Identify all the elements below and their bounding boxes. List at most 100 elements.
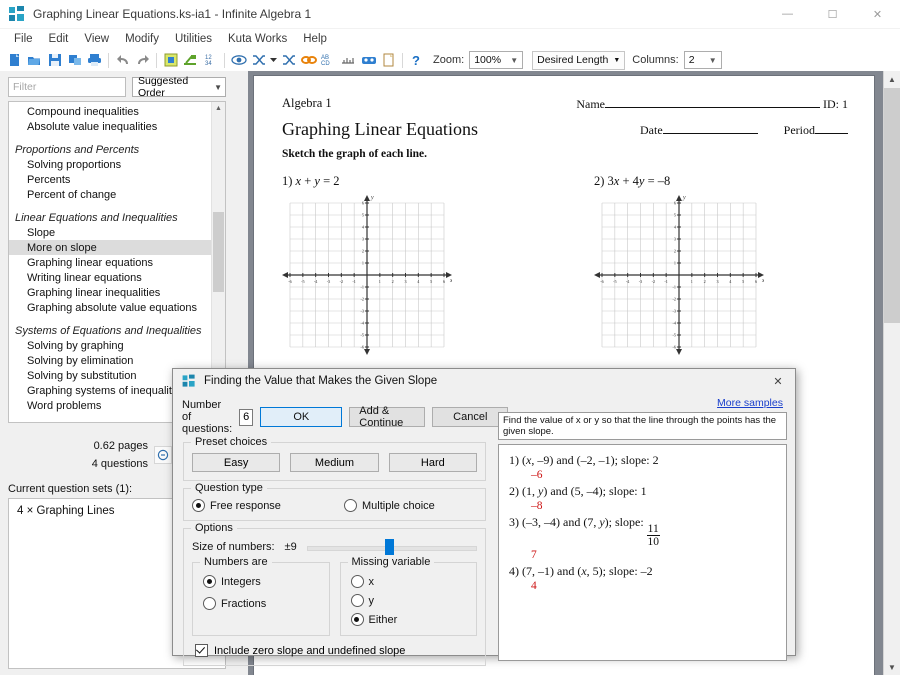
radio-missing-y[interactable]: y (350, 594, 469, 607)
topic-item-writing-linear-equations[interactable]: Writing linear equations (9, 270, 212, 285)
page-icon[interactable] (379, 51, 398, 70)
menu-item-view[interactable]: View (76, 31, 117, 47)
help-icon[interactable]: ? (407, 51, 426, 70)
scroll-up-icon[interactable]: ▲ (884, 71, 900, 87)
topic-item-absolute-value-inequalities[interactable]: Absolute value inequalities (9, 119, 212, 134)
chevron-down-icon: ▼ (708, 55, 717, 65)
assignment-icon[interactable] (181, 51, 200, 70)
svg-text:1: 1 (674, 261, 676, 266)
preview-question-3: 3) (–3, –4) and (7, y); slope: 11 10 7 (509, 515, 776, 561)
menu-item-edit[interactable]: Edit (41, 31, 77, 47)
svg-text:-4: -4 (314, 279, 318, 284)
minimize-button[interactable]: — (765, 0, 810, 28)
topic-item-graphing-linear-inequalities[interactable]: Graphing linear inequalities (9, 285, 212, 300)
radio-integers[interactable]: Integers (203, 575, 321, 588)
svg-text:-1: -1 (352, 279, 356, 284)
document-scrollbar[interactable]: ▲ ▼ (883, 71, 900, 675)
topic-item-percents[interactable]: Percents (9, 172, 212, 187)
radio-multiple-choice[interactable]: Multiple choice (344, 499, 435, 512)
question-type-options: Free response Multiple choice (192, 499, 477, 512)
remove-page-icon[interactable] (154, 446, 172, 464)
radio-fractions[interactable]: Fractions (203, 597, 321, 610)
view-answers-icon[interactable] (359, 51, 378, 70)
preset-easy-button[interactable]: Easy (192, 453, 281, 472)
window-title: Graphing Linear Equations.ks-ia1 - Infin… (33, 7, 312, 21)
close-icon[interactable]: ✕ (761, 369, 795, 393)
zoom-select[interactable]: 100% ▼ (469, 51, 524, 69)
question-type-group: Question type Free response Multiple cho… (183, 482, 486, 521)
radio-free-response[interactable]: Free response (192, 499, 344, 512)
scramble-icon[interactable] (249, 51, 268, 70)
size-of-numbers-value: ±9 (284, 541, 297, 553)
topic-item-solving-by-graphing[interactable]: Solving by graphing (9, 338, 212, 353)
save-as-icon[interactable] (65, 51, 84, 70)
svg-text:-2: -2 (673, 297, 677, 302)
columns-label: Columns: (632, 54, 679, 66)
topic-item-more-on-slope[interactable]: More on slope (9, 240, 212, 255)
add-continue-button[interactable]: Add & Continue (349, 405, 426, 429)
topic-item-solving-proportions[interactable]: Solving proportions (9, 157, 212, 172)
dialog-preview-panel: More samples Find the value of x or y so… (494, 393, 795, 661)
spell-check-icon[interactable]: AB CD (319, 51, 338, 70)
number-of-questions-input[interactable]: 6 (239, 408, 254, 426)
open-folder-icon[interactable] (25, 51, 44, 70)
radio-missing-x[interactable]: x (350, 575, 469, 588)
preview-answer: –6 (531, 469, 543, 481)
question-type-caption: Question type (191, 482, 267, 494)
radio-label: Either (368, 613, 398, 626)
preview-icon[interactable] (229, 51, 248, 70)
desired-length-button[interactable]: Desired Length ▼ (532, 50, 626, 70)
checkbox-icon[interactable] (195, 644, 208, 657)
scroll-up-icon[interactable]: ▲ (212, 102, 225, 115)
menu-item-file[interactable]: File (6, 31, 41, 47)
radio-label: Fractions (221, 597, 267, 610)
order-value: Suggested Order (138, 75, 189, 99)
columns-select[interactable]: 2 ▼ (683, 51, 722, 69)
fraction-numerator: 11 (646, 523, 660, 537)
topic-item-graphing-linear-equations[interactable]: Graphing linear equations (9, 255, 212, 270)
menu-item-kuta-works[interactable]: Kuta Works (220, 31, 295, 47)
scroll-down-icon[interactable]: ▼ (884, 659, 900, 675)
ruler-icon[interactable] (339, 51, 358, 70)
close-button[interactable]: ✕ (855, 0, 900, 28)
missing-variable-caption: Missing variable (347, 556, 435, 568)
filter-input[interactable]: Filter (8, 77, 126, 97)
topic-item-solving-by-elimination[interactable]: Solving by elimination (9, 353, 212, 368)
menu-item-utilities[interactable]: Utilities (167, 31, 220, 47)
scrollbar-thumb[interactable] (213, 212, 224, 292)
new-document-icon[interactable] (5, 51, 24, 70)
scramble-numbers-icon[interactable]: 12 34 (201, 51, 220, 70)
svg-text:1: 1 (379, 279, 381, 284)
scramble-dropdown-icon[interactable] (269, 51, 278, 70)
svg-text:x: x (761, 278, 764, 284)
ok-button[interactable]: OK (260, 407, 343, 427)
presentation-icon[interactable] (161, 51, 180, 70)
menu-item-help[interactable]: Help (295, 31, 335, 47)
print-icon[interactable] (85, 51, 104, 70)
svg-text:-4: -4 (626, 279, 630, 284)
topic-item-slope[interactable]: Slope (9, 225, 212, 240)
radio-label: Multiple choice (362, 499, 435, 512)
topic-item-compound-inequalities[interactable]: Compound inequalities (9, 104, 212, 119)
include-zero-slope-row[interactable]: Include zero slope and undefined slope (195, 644, 477, 657)
preset-medium-button[interactable]: Medium (290, 453, 379, 472)
radio-missing-either[interactable]: Either (350, 613, 469, 626)
undo-icon[interactable] (113, 51, 132, 70)
topic-item-graphing-absolute-value-equations[interactable]: Graphing absolute value equations (9, 300, 212, 315)
order-select[interactable]: Suggested Order ▼ (132, 75, 226, 99)
topic-item-percent-of-change[interactable]: Percent of change (9, 187, 212, 202)
size-of-numbers-slider[interactable] (306, 539, 477, 555)
redo-icon[interactable] (133, 51, 152, 70)
menu-item-modify[interactable]: Modify (117, 31, 167, 47)
more-samples-link[interactable]: More samples (498, 397, 787, 412)
maximize-button[interactable]: ☐ (810, 0, 855, 28)
slider-thumb[interactable] (385, 539, 395, 555)
save-icon[interactable] (45, 51, 64, 70)
svg-text:-1: -1 (664, 279, 668, 284)
scramble-questions-icon[interactable] (279, 51, 298, 70)
scrollbar-thumb[interactable] (884, 88, 900, 323)
link-icon[interactable] (299, 51, 318, 70)
preset-hard-button[interactable]: Hard (388, 453, 477, 472)
toolbar-separator (108, 52, 109, 68)
worksheet: Algebra 1 Name ID: 1 Graphing Linear Equ… (254, 76, 874, 358)
